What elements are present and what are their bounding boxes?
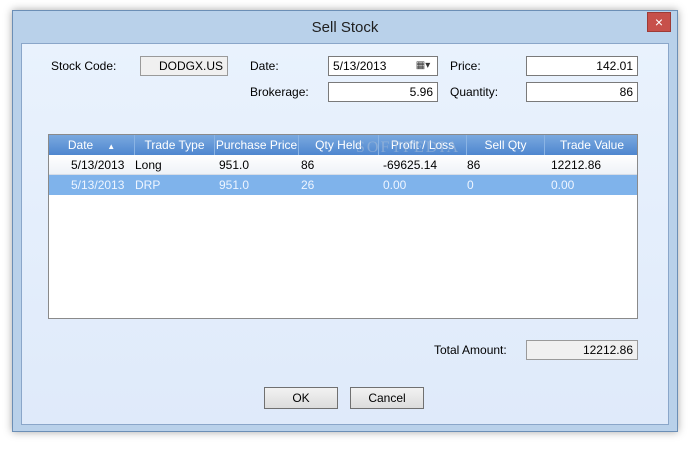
price-label: Price: — [450, 59, 481, 73]
watermark: SOFTPEDIA — [356, 139, 461, 156]
cell-profit-loss: -69625.14 — [383, 158, 438, 172]
brokerage-field[interactable]: 5.96 — [328, 82, 438, 102]
date-label: Date: — [250, 59, 279, 73]
cell-date: 5/13/2013 — [71, 178, 125, 192]
cell-profit-loss: 0.00 — [383, 178, 407, 192]
table-row-selected[interactable]: 5/13/2013 DRP 951.0 26 0.00 0 0.00 — [49, 175, 637, 195]
column-header-purchase-price[interactable]: Purchase Price — [215, 135, 299, 155]
cell-trade-value: 0.00 — [551, 178, 575, 192]
cell-trade-type: DRP — [135, 178, 161, 192]
cell-qty-held: 86 — [301, 158, 315, 172]
column-header-date[interactable]: Date ▲ — [49, 135, 135, 155]
cell-trade-type: Long — [135, 158, 162, 172]
cell-date: 5/13/2013 — [71, 158, 125, 172]
grid-header: Date ▲ Trade Type Purchase Price Qty Held… — [49, 135, 637, 155]
column-header-sell-qty[interactable]: Sell Qty — [467, 135, 545, 155]
calendar-dropdown-icon[interactable]: ▦▾ — [410, 58, 436, 74]
title-bar[interactable]: Sell Stock × — [13, 11, 677, 43]
sort-ascending-icon: ▲ — [107, 142, 116, 151]
cell-purchase-price: 951.0 — [219, 158, 250, 172]
stock-code-field[interactable]: DODGX.US — [140, 56, 228, 76]
date-value: 5/13/2013 — [333, 59, 387, 73]
brokerage-label: Brokerage: — [250, 85, 309, 99]
quantity-label: Quantity: — [450, 85, 499, 99]
stock-code-label: Stock Code: — [51, 59, 117, 73]
close-icon: × — [654, 14, 664, 30]
cell-sell-qty: 0 — [467, 178, 474, 192]
total-amount-field: 12212.86 — [526, 340, 638, 360]
column-header-trade-value[interactable]: Trade Value — [545, 135, 637, 155]
quantity-field[interactable]: 86 — [526, 82, 638, 102]
cell-trade-value: 12212.86 — [551, 158, 602, 172]
trades-grid[interactable]: Date ▲ Trade Type Purchase Price Qty Held… — [48, 134, 638, 319]
window-title: Sell Stock — [311, 19, 379, 36]
close-button[interactable]: × — [647, 12, 671, 32]
table-row[interactable]: 5/13/2013 Long 951.0 86 -69625.14 86 122… — [49, 155, 637, 175]
sell-stock-dialog: Sell Stock × Stock Code: DODGX.US Date: … — [12, 10, 678, 432]
price-field[interactable]: 142.01 — [526, 56, 638, 76]
cell-sell-qty: 86 — [467, 158, 481, 172]
date-picker[interactable]: 5/13/2013 ▦▾ — [328, 56, 438, 76]
dialog-client-area: Stock Code: DODGX.US Date: 5/13/2013 ▦▾ … — [21, 43, 669, 425]
cell-purchase-price: 951.0 — [219, 178, 250, 192]
cancel-button[interactable]: Cancel — [350, 387, 424, 409]
ok-button[interactable]: OK — [264, 387, 338, 409]
column-header-trade-type[interactable]: Trade Type — [135, 135, 215, 155]
cell-qty-held: 26 — [301, 178, 315, 192]
total-amount-label: Total Amount: — [434, 343, 507, 357]
